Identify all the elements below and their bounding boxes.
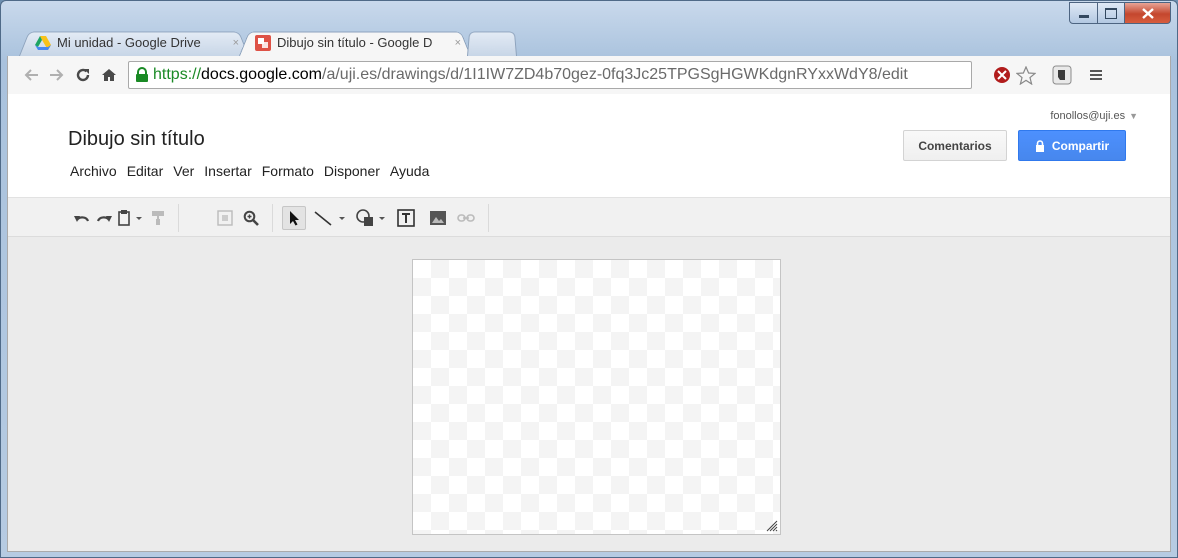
address-bar[interactable]: https://docs.google.com/a/uji.es/drawing… (128, 61, 972, 89)
tab-title: Dibujo sin título - Google D (277, 35, 433, 50)
toolbar-separator (272, 204, 273, 232)
account-menu[interactable]: fonollos@uji.es ▼ (1050, 110, 1138, 122)
lock-icon (1035, 139, 1044, 152)
blocked-extension-icon[interactable] (990, 63, 1014, 87)
editing-toolbar (8, 197, 1170, 237)
menu-insertar[interactable]: Insertar (199, 163, 256, 179)
url-host: docs.google.com (201, 66, 322, 83)
paint-format-icon[interactable] (148, 206, 168, 230)
chevron-down-icon: ▼ (1129, 111, 1138, 121)
image-icon[interactable] (426, 206, 450, 230)
menu-ver[interactable]: Ver (168, 163, 199, 179)
menu-formato[interactable]: Formato (257, 163, 319, 179)
paste-icon[interactable] (116, 206, 144, 230)
share-label: Compartir (1051, 138, 1110, 153)
comments-button[interactable]: Comentarios (903, 130, 1007, 161)
home-icon[interactable] (96, 62, 122, 88)
drawing-canvas[interactable] (412, 259, 781, 535)
select-icon[interactable] (282, 206, 306, 230)
menu-icon[interactable] (1084, 63, 1108, 87)
menu-disponer[interactable]: Disponer (319, 163, 385, 179)
reload-icon[interactable] (70, 62, 96, 88)
url-scheme: https:// (153, 66, 202, 83)
tab-google-drive[interactable]: Mi unidad - Google Drive × (19, 29, 249, 56)
toolbar-separator (178, 204, 179, 232)
textbox-icon[interactable] (394, 206, 418, 230)
menu-ayuda[interactable]: Ayuda (385, 163, 434, 179)
close-icon (1141, 7, 1154, 19)
lock-icon (136, 67, 148, 82)
browser-window: Mi unidad - Google Drive × Dibujo sin tí… (0, 0, 1178, 558)
google-drive-icon (35, 35, 51, 50)
google-drawings-icon (255, 34, 271, 51)
bookmark-star-icon[interactable] (1014, 63, 1038, 87)
account-email: fonollos@uji.es (1050, 110, 1126, 122)
tab-drawing[interactable]: Dibujo sin título - Google D × (239, 29, 471, 56)
undo-icon[interactable] (72, 206, 92, 230)
window-controls (1069, 2, 1171, 24)
link-icon[interactable] (454, 206, 478, 230)
shape-icon[interactable] (354, 206, 388, 230)
menu-editar[interactable]: Editar (122, 163, 169, 179)
new-tab-button[interactable] (467, 29, 517, 56)
document-title[interactable]: Dibujo sin título (68, 128, 205, 151)
tab-title: Mi unidad - Google Drive (57, 35, 201, 50)
forward-icon[interactable] (44, 62, 70, 88)
toolbar-separator (488, 204, 489, 232)
zoom-icon[interactable] (240, 206, 262, 230)
back-icon[interactable] (18, 62, 44, 88)
page-content: Dibujo sin título Archivo Editar Ver Ins… (7, 94, 1171, 552)
fit-icon[interactable] (214, 206, 236, 230)
redo-icon[interactable] (94, 206, 114, 230)
url-path: /a/uji.es/drawings/d/1I1IW7ZD4b70gez-0fq… (322, 66, 908, 83)
menu-bar: Archivo Editar Ver Insertar Formato Disp… (65, 163, 434, 179)
browser-toolbar: https://docs.google.com/a/uji.es/drawing… (7, 56, 1171, 94)
line-icon[interactable] (312, 206, 348, 230)
maximize-button[interactable] (1098, 2, 1125, 24)
minimize-button[interactable] (1069, 2, 1098, 24)
close-window-button[interactable] (1125, 2, 1171, 24)
resize-handle-icon[interactable] (764, 518, 778, 532)
app-header: Dibujo sin título Archivo Editar Ver Ins… (8, 94, 1170, 197)
menu-archivo[interactable]: Archivo (65, 163, 122, 179)
share-button[interactable]: Compartir (1018, 130, 1126, 161)
evernote-icon[interactable] (1050, 63, 1074, 87)
